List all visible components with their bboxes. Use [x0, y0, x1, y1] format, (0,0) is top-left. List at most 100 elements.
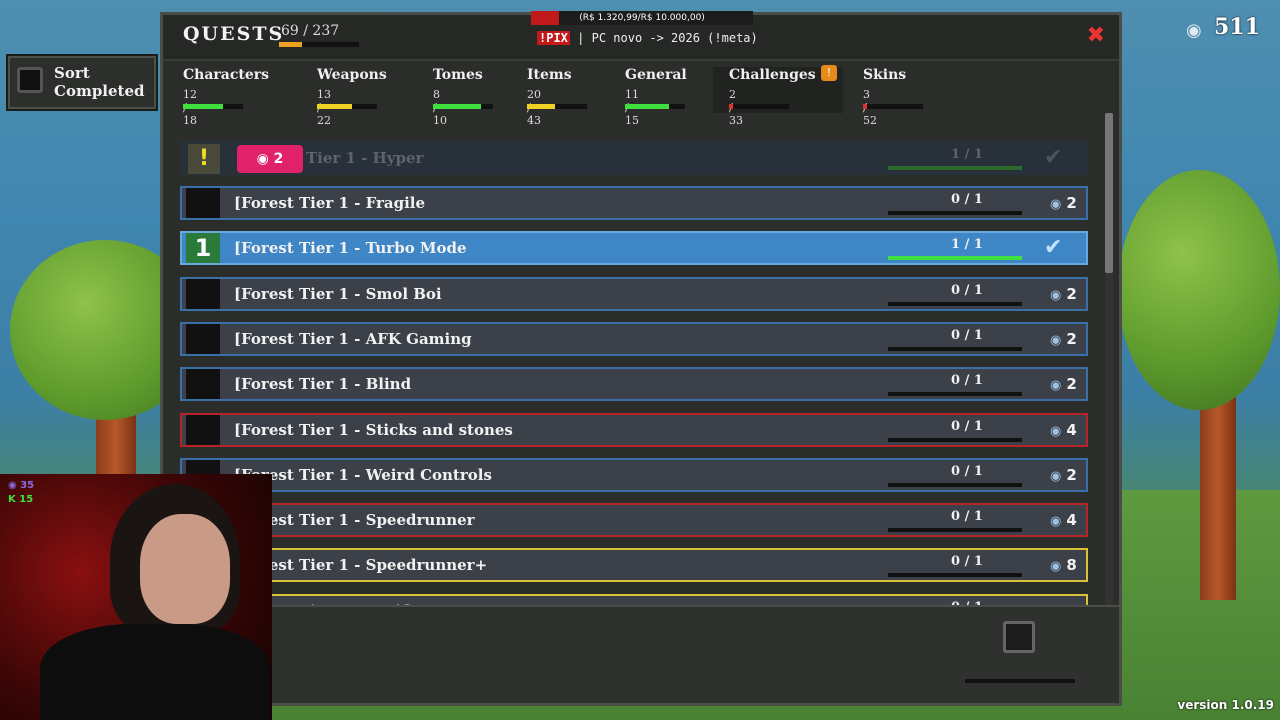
quest-name: [Forest Tier 1 - AFK Gaming — [234, 329, 472, 348]
sort-label: Sort Completed — [54, 64, 145, 100]
quest-row[interactable]: [Forest Tier 1 - Speedrunner+ 0 / 1 ◉ 8 — [180, 548, 1088, 583]
quest-row[interactable]: 1 [Forest Tier 1 - Turbo Mode 1 / 1 ✔ — [180, 231, 1088, 266]
tab-characters[interactable]: Characters12 / 18 — [183, 67, 293, 127]
tab-skins[interactable]: Skins3 / 52 — [863, 67, 973, 127]
quest-reward: ◉ 2 — [1050, 375, 1077, 394]
tab-items[interactable]: Items20 / 43 — [527, 67, 637, 127]
quest-row[interactable]: [Forest Tier 1 - Smol Boi 0 / 1 ◉ 2 — [180, 276, 1088, 311]
quest-progress: 0 / 1 — [951, 554, 983, 570]
quest-name: [Forest Tier 1 - Turbo Mode — [234, 239, 467, 258]
webcam-feed: ◉ 35 K 15 — [0, 474, 272, 720]
quest-progress-bar — [888, 301, 1022, 306]
tab-progress-bar — [625, 104, 685, 109]
tab-progress-bar — [527, 104, 587, 109]
quest-progress-bar — [888, 166, 1022, 170]
quest-progress: 0 / 1 — [951, 282, 983, 298]
warning-icon: ! — [188, 144, 220, 174]
quest-row[interactable]: [Forest Tier 1 - Fragile 0 / 1 ◉ 2 — [180, 186, 1088, 220]
quest-reward: ◉ 2 — [1050, 465, 1077, 484]
quest-row[interactable]: [Forest Tier 1 - Speedrunner 0 / 1 ◉ 4 — [180, 503, 1088, 538]
currency-icon: ◉ — [1050, 332, 1062, 348]
quest-reward: ◉ 2 — [1050, 284, 1077, 303]
quest-name: [Forest Tier 1 - Smol Boi — [234, 284, 442, 303]
quest-progress: 0 / 1 — [951, 192, 983, 207]
quest-reward: ◉ 2 — [1050, 194, 1077, 212]
bottom-divider — [965, 679, 1075, 683]
currency-icon: ◉ — [1050, 287, 1062, 303]
page-title: QUESTS — [183, 23, 285, 45]
stream-overlay-text: !PIX | PC novo -> 2026 (!meta) — [537, 31, 758, 45]
quest-progress-bar — [888, 528, 1022, 533]
tab-label: Skins — [863, 67, 907, 83]
quest-name: [Forest Tier 1 - Weird Controls — [234, 465, 492, 484]
tab-progress-bar — [183, 104, 243, 109]
check-icon: ✔ — [1044, 145, 1063, 170]
donation-goal-bar: (R$ 1.320,99/R$ 10.000,00) — [531, 11, 753, 25]
quest-row[interactable]: [Forest Tier 1 - Weird Controls 0 / 1 ◉ 2 — [180, 457, 1088, 492]
quest-progress: 0 / 1 — [951, 327, 983, 343]
quest-progress-bar — [888, 392, 1022, 397]
quest-progress: 0 / 1 — [951, 418, 983, 434]
quest-progress-bar — [888, 573, 1022, 578]
quest-number-icon: 1 — [186, 233, 220, 264]
webcam-person-face — [140, 514, 230, 624]
currency-value: 511 — [1214, 14, 1260, 40]
quest-reward: ◉ 4 — [1050, 420, 1077, 439]
quest-progress-bar — [888, 346, 1022, 351]
tab-label: Characters — [183, 67, 269, 83]
version-label: version 1.0.19 — [1177, 698, 1274, 712]
quest-progress-bar — [279, 42, 359, 47]
webcam-stat-2: K 15 — [8, 494, 34, 505]
tab-progress-bar — [863, 104, 923, 109]
quest-list: ! ◉ 2 Tier 1 - Hyper 1 / 1 ✔ [Forest Tie… — [178, 127, 1092, 607]
quest-icon-slot — [186, 278, 220, 309]
category-tabs: Characters12 / 18Weapons13 / 22Tomes8 / … — [163, 61, 1119, 127]
quest-icon-slot — [186, 188, 220, 218]
tree-trunk-right — [1200, 380, 1236, 600]
quest-reward: ◉ 2 — [1050, 329, 1077, 348]
currency-icon: ◉ — [1050, 378, 1062, 394]
quest-count: 69 / 237 — [281, 23, 340, 39]
close-icon[interactable]: ✖ — [1087, 23, 1105, 48]
quest-reward: ◉ 4 — [1050, 511, 1077, 530]
scrollbar-thumb[interactable] — [1105, 113, 1113, 273]
quest-name: [Forest Tier 1 - Fragile — [234, 194, 426, 212]
quest-row[interactable]: [Forest Tier 1 - AFK Gaming 0 / 1 ◉ 2 — [180, 321, 1088, 356]
quest-progress-bar — [888, 437, 1022, 442]
tab-label: General — [625, 67, 687, 83]
reward-claim-button[interactable]: ◉ 2 — [237, 145, 303, 173]
currency-icon: ◉ — [1050, 559, 1062, 575]
bottom-bar — [163, 605, 1119, 703]
tab-progress-bar — [729, 104, 789, 109]
tab-challenges[interactable]: Challenges2 / 33! — [713, 65, 843, 127]
sort-checkbox[interactable] — [17, 67, 43, 93]
quest-progress-bar — [888, 256, 1022, 261]
tab-weapons[interactable]: Weapons13 / 22 — [317, 67, 427, 127]
sort-completed-toggle[interactable]: Sort Completed — [6, 54, 158, 111]
quest-progress: 0 / 1 — [951, 373, 983, 389]
quest-row-hyper[interactable]: ! ◉ 2 Tier 1 - Hyper 1 / 1 ✔ — [180, 141, 1088, 175]
action-button[interactable] — [1003, 621, 1035, 653]
quest-reward: ◉8 — [1050, 556, 1077, 575]
tab-label: Weapons — [317, 67, 387, 83]
quest-progress-bar — [888, 211, 1022, 215]
tab-label: Items — [527, 67, 572, 83]
tab-progress-bar — [433, 104, 493, 109]
quest-name: Tier 1 - Hyper — [306, 149, 424, 167]
quest-icon-slot — [186, 369, 220, 400]
tab-progress-bar — [317, 104, 377, 109]
currency-icon: ◉ — [1050, 423, 1062, 439]
quests-panel: QUESTS 69 / 237 (R$ 1.320,99/R$ 10.000,0… — [160, 11, 1122, 706]
pix-badge: !PIX — [537, 31, 570, 45]
quest-row[interactable]: [Forest Tier 1 - Sticks and stones 0 / 1 ◉… — [180, 412, 1088, 447]
quest-progress-bar — [888, 482, 1022, 487]
check-icon: ✔ — [1044, 235, 1063, 261]
currency-icon: ◉ — [256, 151, 269, 167]
tab-label: Tomes — [433, 67, 483, 83]
quest-icon-slot — [186, 323, 220, 354]
currency-icon: ◉ — [1050, 197, 1062, 212]
quest-name: [Forest Tier 1 - Blind — [234, 375, 412, 394]
quest-progress: 1 / 1 — [951, 147, 983, 162]
webcam-person-body — [40, 624, 270, 720]
quest-row[interactable]: [Forest Tier 1 - Blind 0 / 1 ◉ 2 — [180, 367, 1088, 402]
